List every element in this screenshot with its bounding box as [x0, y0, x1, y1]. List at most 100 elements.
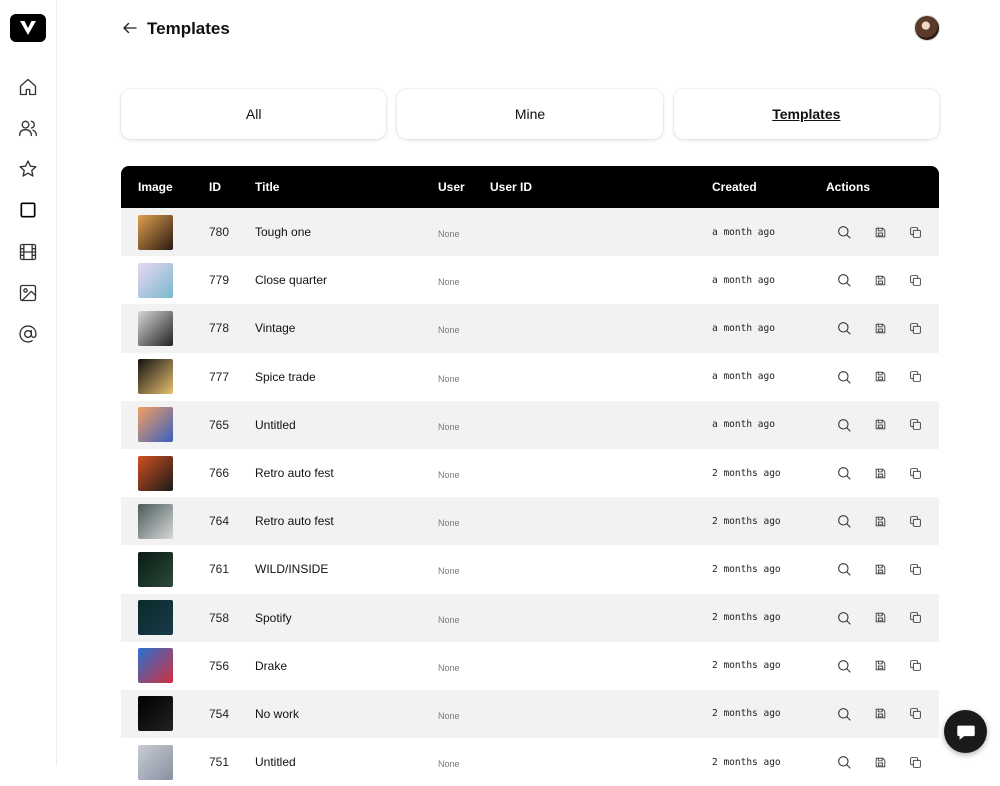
- view-button[interactable]: [835, 464, 853, 482]
- template-title: Close quarter: [255, 273, 328, 288]
- nav-users[interactable]: [17, 117, 39, 139]
- view-button[interactable]: [835, 657, 853, 675]
- view-action: [835, 545, 853, 593]
- nav-mentions[interactable]: [17, 323, 39, 345]
- view-button[interactable]: [835, 368, 853, 386]
- save-action: [871, 208, 889, 256]
- template-thumbnail[interactable]: [138, 696, 173, 732]
- copy-button[interactable]: [906, 416, 924, 434]
- save-button[interactable]: [871, 657, 889, 675]
- template-created: 2 months ago: [712, 660, 781, 672]
- copy-button[interactable]: [906, 368, 924, 386]
- view-button[interactable]: [835, 705, 853, 723]
- copy-button[interactable]: [906, 705, 924, 723]
- save-action: [871, 256, 889, 304]
- save-button[interactable]: [871, 271, 889, 289]
- template-created: 2 months ago: [712, 708, 781, 720]
- view-button[interactable]: [835, 560, 853, 578]
- view-button[interactable]: [835, 223, 853, 241]
- tab-mine[interactable]: Mine: [397, 89, 663, 139]
- save-button[interactable]: [871, 464, 889, 482]
- view-button[interactable]: [835, 319, 853, 337]
- template-created: a month ago: [712, 371, 775, 383]
- nav-images[interactable]: [17, 282, 39, 304]
- template-thumbnail[interactable]: [138, 455, 173, 491]
- save-button[interactable]: [871, 753, 889, 771]
- table-row[interactable]: 778 Vintage None a month ago: [121, 304, 939, 353]
- tab-templates[interactable]: Templates: [673, 89, 939, 139]
- template-user: None: [438, 662, 460, 673]
- view-button[interactable]: [835, 753, 853, 771]
- table-row[interactable]: 761 WILD/INSIDE None 2 months ago: [121, 545, 939, 593]
- save-button[interactable]: [871, 705, 889, 723]
- copy-button[interactable]: [906, 271, 924, 289]
- save-button[interactable]: [871, 368, 889, 386]
- template-thumbnail[interactable]: [138, 744, 173, 780]
- view-action: [835, 594, 853, 642]
- template-thumbnail[interactable]: [138, 503, 173, 539]
- template-thumbnail[interactable]: [138, 648, 173, 684]
- template-thumbnail[interactable]: [138, 600, 173, 636]
- tab-all[interactable]: All: [121, 89, 387, 139]
- template-user: None: [438, 470, 460, 481]
- table-row[interactable]: 780 Tough one None a month ago: [121, 208, 939, 257]
- save-button[interactable]: [871, 319, 889, 337]
- table-row[interactable]: 766 Retro auto fest None 2 months ago: [121, 449, 939, 497]
- save-button[interactable]: [871, 416, 889, 434]
- table-body: 780 Tough one None a month ago 779 Close…: [121, 208, 939, 786]
- view-button[interactable]: [835, 271, 853, 289]
- copy-button[interactable]: [906, 657, 924, 675]
- nav-videos[interactable]: [17, 241, 39, 263]
- save-action: [871, 353, 889, 401]
- save-icon: [875, 516, 885, 526]
- back-button[interactable]: [121, 19, 139, 37]
- table-row[interactable]: 777 Spice trade None a month ago: [121, 353, 939, 401]
- copy-button[interactable]: [906, 753, 924, 771]
- view-button[interactable]: [835, 416, 853, 434]
- table-row[interactable]: 765 Untitled None a month ago: [121, 400, 939, 449]
- table-row[interactable]: 779 Close quarter None a month ago: [121, 256, 939, 304]
- save-button[interactable]: [871, 223, 889, 241]
- save-action: [871, 690, 889, 738]
- table-row[interactable]: 754 No work None 2 months ago: [121, 689, 939, 739]
- save-button[interactable]: [871, 560, 889, 578]
- template-thumbnail[interactable]: [138, 551, 173, 587]
- save-icon: [875, 661, 885, 671]
- app-logo[interactable]: [10, 14, 46, 42]
- save-button[interactable]: [871, 512, 889, 530]
- user-avatar[interactable]: [914, 15, 940, 41]
- template-thumbnail[interactable]: [138, 407, 173, 443]
- copy-button[interactable]: [906, 464, 924, 482]
- copy-button[interactable]: [906, 319, 924, 337]
- header-actions: Actions: [826, 180, 871, 194]
- save-button[interactable]: [871, 609, 889, 627]
- template-thumbnail[interactable]: [138, 359, 173, 395]
- copy-button[interactable]: [906, 223, 924, 241]
- copy-action: [906, 256, 924, 304]
- view-button[interactable]: [835, 512, 853, 530]
- table-row[interactable]: 751 Untitled None 2 months ago: [121, 738, 939, 786]
- copy-icon: [909, 660, 921, 672]
- template-thumbnail[interactable]: [138, 262, 173, 298]
- table-row[interactable]: 756 Drake None 2 months ago: [121, 642, 939, 690]
- nav-templates[interactable]: [17, 199, 39, 221]
- copy-button[interactable]: [906, 512, 924, 530]
- chat-button[interactable]: [944, 710, 987, 753]
- table-row[interactable]: 764 Retro auto fest None 2 months ago: [121, 497, 939, 546]
- template-thumbnail[interactable]: [138, 310, 173, 346]
- sidebar: [0, 0, 57, 766]
- home-icon: [19, 78, 37, 96]
- nav-favorites[interactable]: [17, 158, 39, 180]
- copy-action: [906, 401, 924, 449]
- filter-tabs: All Mine Templates: [121, 89, 939, 139]
- template-id: 754: [209, 706, 230, 721]
- copy-button[interactable]: [906, 560, 924, 578]
- search-icon: [838, 611, 851, 625]
- save-action: [871, 642, 889, 690]
- view-button[interactable]: [835, 609, 853, 627]
- table-row[interactable]: 758 Spotify None 2 months ago: [121, 593, 939, 642]
- template-user: None: [438, 759, 460, 770]
- template-thumbnail[interactable]: [138, 214, 173, 250]
- copy-button[interactable]: [906, 609, 924, 627]
- nav-home[interactable]: [17, 76, 39, 98]
